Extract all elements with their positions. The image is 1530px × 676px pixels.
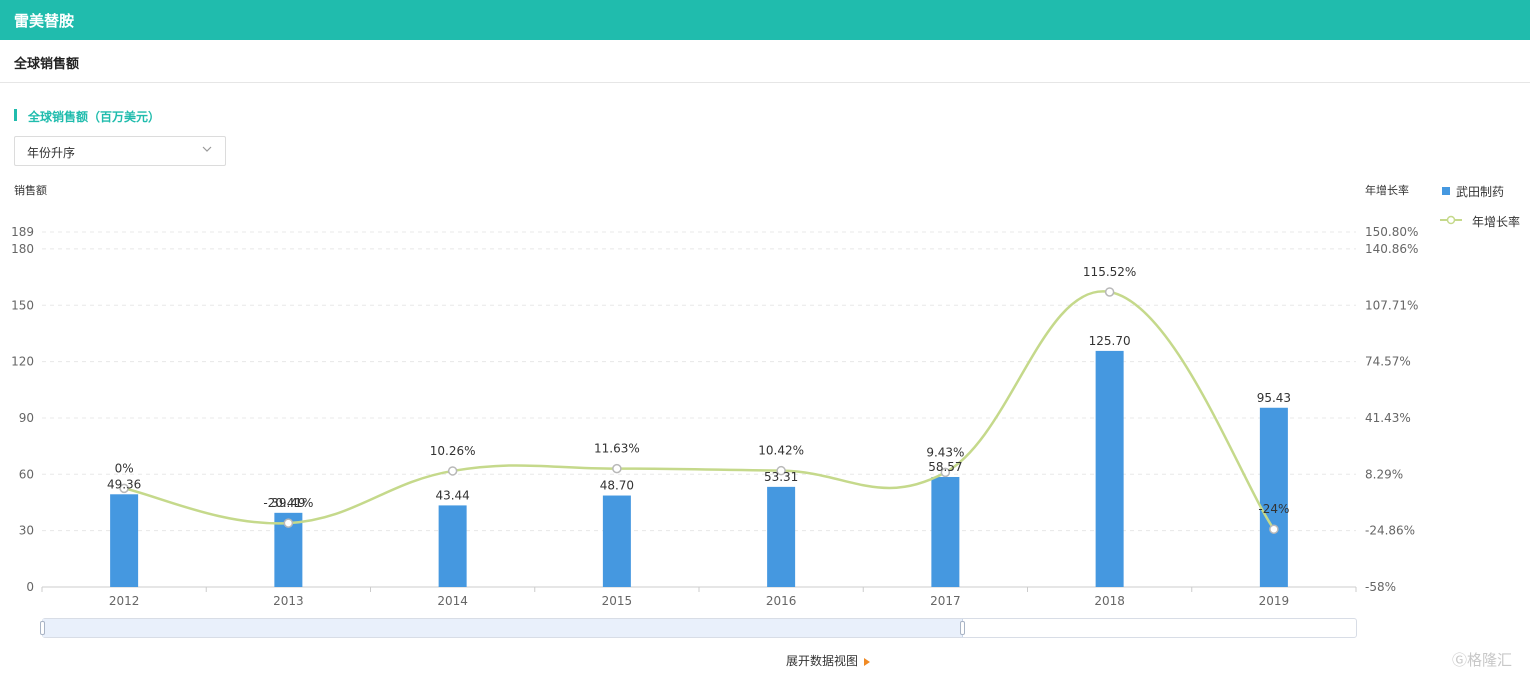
growth-value-label: -24% [1258, 502, 1289, 516]
axes: 0 30 60 90 120 150 180 189 -58% -24.86% 8.29% 41.43… [11, 225, 1418, 608]
bar-value-label: 49.36 [107, 477, 141, 491]
bar [438, 505, 467, 587]
growth-value-label: 10.42% [758, 444, 804, 458]
expand-data-view-button[interactable]: 展开数据视图 [786, 652, 871, 669]
growth-point [283, 518, 294, 528]
bar [1259, 407, 1288, 587]
bar [767, 486, 796, 587]
growth-value-label: 115.52% [1083, 265, 1136, 279]
y-right-tick-label: 150.80% [1365, 225, 1418, 239]
y-right-tick-label: 8.29% [1365, 467, 1403, 481]
legend-swatch-line [1440, 215, 1462, 225]
y-left-tick-label: 150 [11, 298, 34, 312]
growth-value-label: 11.63% [594, 442, 640, 456]
legend-swatch-bar [1442, 187, 1450, 195]
x-tick-label: 2019 [1259, 594, 1290, 608]
chart-canvas: 0 30 60 90 120 150 180 189 -58% -24.86% 8.29% 41.43… [11, 225, 1418, 608]
bar-value-label: 125.70 [1089, 334, 1131, 348]
bar [1095, 350, 1124, 587]
bar [602, 495, 631, 587]
x-tick-label: 2013 [273, 594, 304, 608]
x-tick-label: 2015 [602, 594, 633, 608]
growth-value-label: 9.43% [926, 445, 964, 459]
bar-value-label: 53.31 [764, 470, 798, 484]
bar-value-label: 48.70 [600, 479, 634, 493]
data-zoom-handle-right[interactable] [960, 621, 965, 635]
x-tick-label: 2014 [437, 594, 468, 608]
watermark-text: 格隆汇 [1467, 651, 1513, 669]
caret-right-icon [864, 657, 871, 666]
y-right-tick-label: -58% [1365, 580, 1396, 594]
y-right-tick-label: 41.43% [1365, 411, 1411, 425]
bar [110, 494, 139, 587]
y-right-tick-label: 107.71% [1365, 298, 1418, 312]
data-zoom-handle-left[interactable] [40, 621, 45, 635]
y-left-tick-label: 90 [19, 411, 34, 425]
y-right-tick-label: 74.57% [1365, 355, 1411, 369]
bar-value-label: 95.43 [1257, 391, 1291, 405]
y-left-tick-label: 120 [11, 355, 34, 369]
y-left-tick-label: 180 [11, 242, 34, 256]
growth-value-label: 0% [115, 461, 134, 475]
x-tick-label: 2016 [766, 594, 797, 608]
legend-item-growth[interactable]: 年增长率 [1472, 213, 1520, 230]
x-tick-label: 2012 [109, 594, 140, 608]
x-tick-label: 2017 [930, 594, 961, 608]
y-left-tick-label: 30 [19, 524, 34, 538]
legend-item-sales[interactable]: 武田制药 [1456, 183, 1504, 200]
grid-lines [42, 231, 1356, 532]
watermark-icon: Ⓖ [1452, 651, 1468, 669]
data-zoom-range[interactable] [43, 619, 963, 637]
x-tick-label: 2018 [1094, 594, 1125, 608]
bar [931, 476, 960, 587]
growth-point [1104, 287, 1115, 297]
data-zoom-slider[interactable] [40, 618, 1357, 638]
growth-point [612, 463, 622, 474]
growth-value-label: 10.26% [430, 444, 476, 458]
y-right-tick-label: 140.86% [1365, 242, 1418, 256]
y-left-tick-label: 0 [26, 580, 34, 594]
growth-point [447, 466, 458, 476]
bar-value-label: 43.44 [435, 488, 469, 502]
y-right-tick-label: -24.86% [1365, 524, 1415, 538]
y-left-tick-label: 60 [19, 467, 34, 481]
y-left-tick-label: 189 [11, 225, 34, 239]
growth-point [1269, 524, 1279, 534]
bar-value-label: 58.57 [928, 460, 962, 474]
watermark: Ⓖ格隆汇 [1452, 649, 1512, 670]
growth-value-label: -20.41% [263, 496, 313, 510]
expand-data-view-label: 展开数据视图 [786, 654, 859, 668]
